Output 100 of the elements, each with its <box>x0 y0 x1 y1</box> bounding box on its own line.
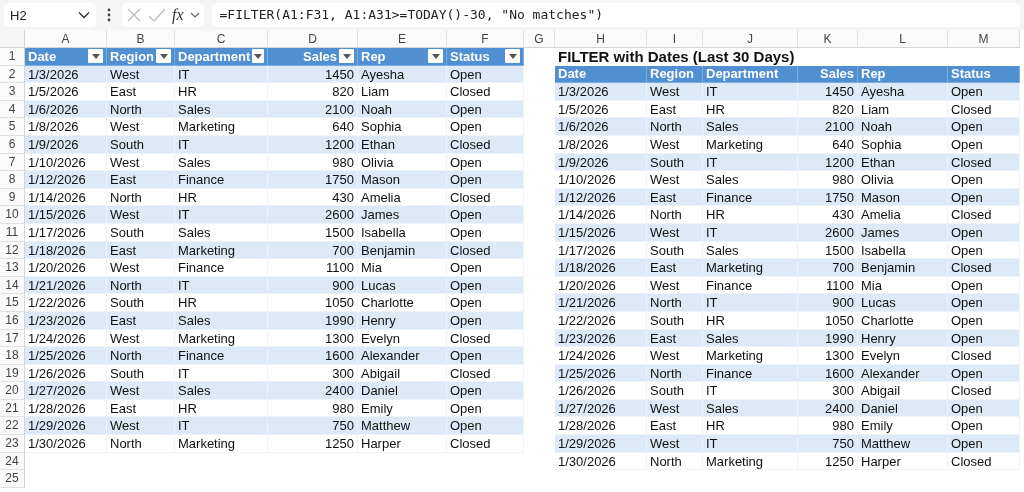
column-header[interactable]: F <box>447 30 524 48</box>
table-cell: Closed <box>948 382 1020 400</box>
table-cell: 1500 <box>268 223 358 242</box>
table-cell: Marketing <box>703 452 798 471</box>
table-cell: Marketing <box>175 435 268 453</box>
row-header[interactable]: 10 <box>0 206 25 224</box>
table-cell: 1/8/2026 <box>25 118 107 136</box>
row-header[interactable]: 15 <box>0 294 25 312</box>
table-cell: Benjamin <box>858 259 948 277</box>
more-options-icon[interactable] <box>107 8 111 22</box>
column-header[interactable]: L <box>858 30 948 48</box>
table-cell: 640 <box>268 118 358 136</box>
filter-button[interactable] <box>156 49 171 64</box>
row-header[interactable]: 5 <box>0 118 25 136</box>
table-cell: 1050 <box>798 311 858 330</box>
insert-function-button[interactable]: fx <box>172 6 184 24</box>
column-label: Rep <box>361 47 387 65</box>
table-cell: 2100 <box>798 118 858 136</box>
table-cell: IT <box>703 435 798 453</box>
table-cell: 1/14/2026 <box>555 206 647 224</box>
row-header[interactable]: 22 <box>0 417 25 436</box>
table-cell: HR <box>175 83 268 101</box>
table-cell: 430 <box>798 206 858 224</box>
table-cell: Open <box>447 206 524 224</box>
table-cell: 1/21/2026 <box>555 294 647 312</box>
column-header[interactable]: D <box>268 30 358 48</box>
table-cell: Open <box>948 311 1020 330</box>
row-header[interactable]: 20 <box>0 382 25 400</box>
table-cell: 750 <box>798 435 858 453</box>
table-cell: Open <box>948 435 1020 453</box>
column-label: Region <box>110 47 155 65</box>
table-cell: 2400 <box>268 382 358 400</box>
table-cell: 1100 <box>268 259 358 277</box>
filter-button[interactable] <box>252 49 264 64</box>
column-header[interactable]: B <box>107 30 175 48</box>
column-header[interactable]: J <box>703 30 798 48</box>
table-cell: West <box>107 118 175 136</box>
table-cell: Finance <box>175 259 268 277</box>
formula-field[interactable]: =FILTER(A1:F31, A1:A31>=TODAY()-30, "No matches") <box>211 3 1020 27</box>
table-cell: West <box>647 83 703 101</box>
table-cell: North <box>647 294 703 312</box>
table-cell: Sophia <box>358 118 447 136</box>
table-cell: Open <box>948 118 1020 136</box>
caret-icon[interactable] <box>189 12 200 18</box>
table-cell: IT <box>703 294 798 312</box>
table-cell: IT <box>703 83 798 101</box>
check-icon[interactable] <box>148 7 166 23</box>
table-cell: Ayesha <box>858 83 948 101</box>
row-header[interactable]: 25 <box>0 470 25 488</box>
table-cell: West <box>107 382 175 400</box>
table-cell: 1/5/2026 <box>25 83 107 101</box>
row-header[interactable]: 3 <box>0 83 25 101</box>
column-header[interactable]: G <box>524 30 555 48</box>
table-cell: South <box>647 311 703 330</box>
table-header-cell: Rep <box>858 65 948 84</box>
column-header[interactable]: K <box>798 30 858 48</box>
table-cell: Closed <box>948 452 1020 471</box>
table-cell: Open <box>948 135 1020 154</box>
table-header-cell: Sales <box>798 65 858 84</box>
filter-button[interactable] <box>428 49 443 64</box>
caret-icon <box>431 53 440 59</box>
filter-button[interactable] <box>88 49 103 64</box>
filter-button[interactable] <box>339 49 354 64</box>
table-cell: 1/3/2026 <box>555 83 647 101</box>
column-header[interactable]: C <box>175 30 268 48</box>
filter-button[interactable] <box>505 49 520 64</box>
table-cell: Open <box>447 223 524 242</box>
table-cell: Lucas <box>858 294 948 312</box>
table-cell: 1/10/2026 <box>555 171 647 189</box>
row-header[interactable]: 18 <box>0 347 25 365</box>
table-cell: Noah <box>858 118 948 136</box>
caret-icon <box>78 11 90 19</box>
column-header[interactable]: H <box>555 30 647 48</box>
column-header[interactable]: E <box>358 30 447 48</box>
table-cell: North <box>647 118 703 136</box>
table-cell: Marketing <box>703 347 798 365</box>
name-box[interactable]: H2 <box>4 3 96 27</box>
table-cell: 1/18/2026 <box>555 259 647 277</box>
table-cell: 1/30/2026 <box>555 452 647 471</box>
table-cell: 1/27/2026 <box>25 382 107 400</box>
table-cell: 1/26/2026 <box>555 382 647 400</box>
row-header[interactable]: 23 <box>0 435 25 453</box>
table-cell: 980 <box>798 171 858 189</box>
caret-icon <box>91 53 100 59</box>
table-cell: 1750 <box>268 171 358 189</box>
row-header[interactable]: 13 <box>0 259 25 277</box>
table-cell: Amelia <box>858 206 948 224</box>
table-cell: Open <box>447 347 524 365</box>
table-cell: Sales <box>175 223 268 242</box>
column-header[interactable]: A <box>25 30 107 48</box>
table-cell: Closed <box>948 206 1020 224</box>
table-cell: Olivia <box>858 171 948 189</box>
table-cell: HR <box>703 311 798 330</box>
table-cell: Open <box>447 294 524 312</box>
row-header[interactable]: 8 <box>0 171 25 189</box>
column-header[interactable]: M <box>948 30 1020 48</box>
row-header[interactable]: 1 <box>0 48 25 66</box>
column-header[interactable]: I <box>647 30 703 48</box>
table-cell: Closed <box>948 347 1020 365</box>
table-cell: 1250 <box>268 435 358 453</box>
